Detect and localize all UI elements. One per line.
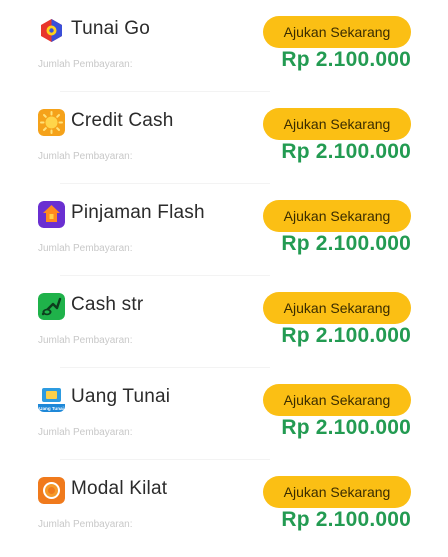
loan-amount: Rp 2.100.000 — [281, 416, 411, 439]
loan-item-modal-kilat[interactable]: Modal Kilat Jumlah Pembayaran: Ajukan Se… — [0, 460, 448, 552]
loan-item-cash-str[interactable]: Cash str Jumlah Pembayaran: Ajukan Sekar… — [0, 276, 448, 368]
apply-now-button[interactable]: Ajukan Sekarang — [263, 292, 411, 324]
app-name: Cash str — [71, 294, 144, 315]
loan-amount: Rp 2.100.000 — [281, 232, 411, 255]
amount-label: Jumlah Pembayaran: — [38, 151, 133, 162]
apply-now-button[interactable]: Ajukan Sekarang — [263, 200, 411, 232]
amount-label: Jumlah Pembayaran: — [38, 243, 133, 254]
app-name: Uang Tunai — [71, 386, 171, 407]
amount-label: Jumlah Pembayaran: — [38, 427, 133, 438]
credit-cash-logo-icon — [38, 109, 65, 136]
amount-label: Jumlah Pembayaran: — [38, 335, 133, 346]
loan-amount: Rp 2.100.000 — [281, 140, 411, 163]
pinjaman-flash-logo-icon — [38, 201, 65, 228]
modal-kilat-logo-icon — [38, 477, 65, 504]
app-name: Modal Kilat — [71, 478, 168, 499]
loan-item-credit-cash[interactable]: Credit Cash Jumlah Pembayaran: Ajukan Se… — [0, 92, 448, 184]
amount-label: Jumlah Pembayaran: — [38, 59, 133, 70]
loan-amount: Rp 2.100.000 — [281, 324, 411, 347]
uang-tunai-logo-text: Uang Tunai — [39, 406, 64, 411]
loan-amount: Rp 2.100.000 — [281, 508, 411, 531]
cash-str-logo-icon — [38, 293, 65, 320]
apply-now-button[interactable]: Ajukan Sekarang — [263, 384, 411, 416]
app-name: Pinjaman Flash — [71, 202, 205, 223]
app-name: Tunai Go — [71, 18, 151, 39]
loan-item-tunai-go[interactable]: Tunai Go Jumlah Pembayaran: Ajukan Sekar… — [0, 0, 448, 92]
uang-tunai-logo-icon: Uang Tunai — [38, 385, 65, 412]
apply-now-button[interactable]: Ajukan Sekarang — [263, 108, 411, 140]
loan-item-pinjaman-flash[interactable]: Pinjaman Flash Jumlah Pembayaran: Ajukan… — [0, 184, 448, 276]
tunai-go-logo-icon — [38, 17, 65, 44]
apply-now-button[interactable]: Ajukan Sekarang — [263, 476, 411, 508]
app-name: Credit Cash — [71, 110, 174, 131]
loan-amount: Rp 2.100.000 — [281, 48, 411, 71]
amount-label: Jumlah Pembayaran: — [38, 519, 133, 530]
loan-item-uang-tunai[interactable]: Uang Tunai Uang Tunai Jumlah Pembayaran:… — [0, 368, 448, 460]
apply-now-button[interactable]: Ajukan Sekarang — [263, 16, 411, 48]
